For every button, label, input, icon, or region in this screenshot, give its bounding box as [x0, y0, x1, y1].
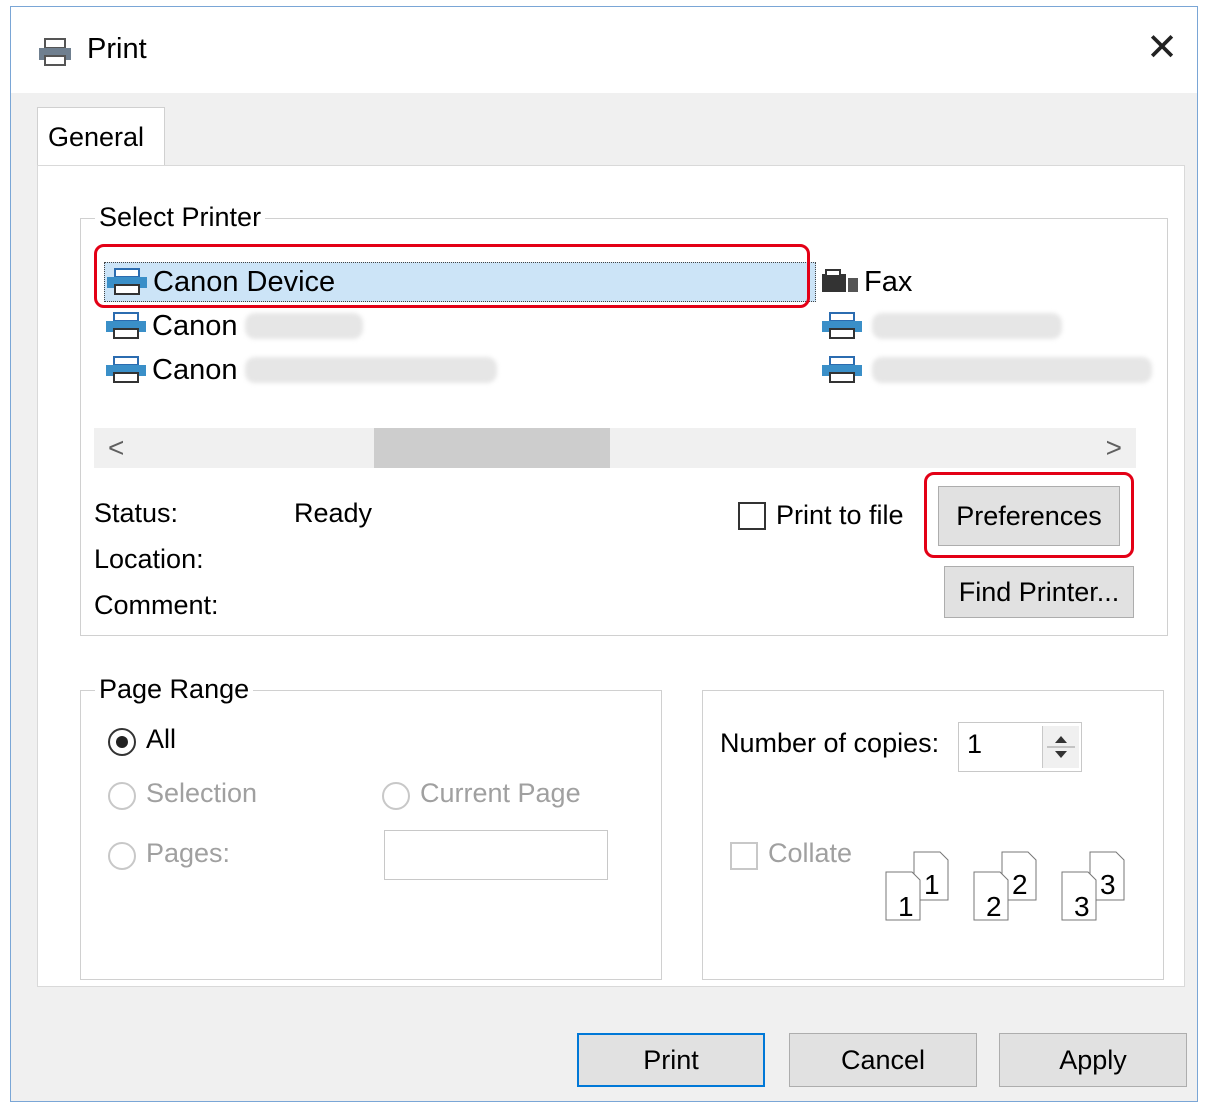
find-printer-button[interactable]: Find Printer...: [944, 566, 1134, 618]
copies-value: 1: [967, 729, 983, 759]
print-to-file-label: Print to file: [776, 500, 904, 530]
printer-item-fax[interactable]: Fax: [820, 262, 912, 302]
redacted-text: [872, 357, 1152, 383]
printer-name: Canon: [152, 309, 238, 342]
redacted-text: [872, 313, 1062, 339]
pages-label: Pages:: [146, 838, 231, 868]
tab-general[interactable]: General: [37, 107, 165, 167]
radio-selected-dot: [116, 736, 128, 748]
current-page-label: Current Page: [420, 778, 581, 808]
collate-checkbox[interactable]: [730, 842, 758, 870]
collate-page-number: 1: [898, 891, 914, 922]
all-label: All: [146, 724, 177, 754]
printer-icon: [39, 38, 71, 66]
collate-page-number: 3: [1074, 891, 1090, 922]
all-radio[interactable]: [108, 728, 136, 756]
cancel-button[interactable]: Cancel: [789, 1033, 977, 1087]
location-label: Location:: [94, 544, 204, 574]
collate-page-number: 1: [924, 869, 940, 900]
printer-item-redacted-1[interactable]: [820, 306, 1062, 346]
selection-label: Selection: [146, 778, 258, 808]
status-value: Ready: [294, 498, 373, 528]
printer-icon: [106, 356, 146, 383]
printer-icon: [822, 356, 862, 383]
title-bar: Print ✕: [11, 7, 1197, 93]
pages-input[interactable]: [384, 830, 608, 880]
printer-name: Fax: [864, 265, 913, 298]
spinner-arrows-icon: [1047, 736, 1075, 758]
collate-label: Collate: [768, 838, 853, 868]
printer-icon: [822, 312, 862, 339]
pages-radio[interactable]: [108, 842, 136, 870]
current-page-radio[interactable]: [382, 782, 410, 810]
collate-page-number: 2: [1012, 869, 1028, 900]
comment-label: Comment:: [94, 590, 219, 620]
select-printer-label: Select Printer: [95, 201, 266, 233]
printer-name: Canon: [152, 353, 238, 386]
scroll-thumb[interactable]: [374, 428, 610, 468]
page-range-label: Page Range: [95, 673, 254, 705]
print-to-file-checkbox[interactable]: [738, 502, 766, 530]
print-button[interactable]: Print: [577, 1033, 765, 1087]
printer-item-canon-2[interactable]: Canon: [104, 306, 364, 346]
printer-list-scrollbar[interactable]: < >: [94, 428, 1136, 468]
print-dialog: Print ✕ General Select Printer Canon Dev…: [10, 6, 1198, 1102]
printer-item-canon-3[interactable]: Canon: [104, 350, 498, 390]
highlight-preferences: [924, 472, 1134, 558]
highlight-canon-device: [94, 244, 810, 308]
close-icon: ✕: [1146, 26, 1178, 69]
collate-page-number: 2: [986, 891, 1002, 922]
redacted-text: [245, 313, 364, 339]
window-title: Print: [87, 33, 147, 65]
status-label: Status:: [94, 498, 179, 528]
scroll-left-icon[interactable]: <: [108, 432, 124, 464]
printer-icon: [106, 312, 146, 339]
scroll-right-icon[interactable]: >: [1106, 432, 1122, 464]
collate-illustration-icon: 1 1 2 2 3 3: [885, 851, 1125, 922]
number-of-copies-label: Number of copies:: [720, 728, 940, 758]
close-button[interactable]: ✕: [1127, 7, 1197, 87]
redacted-text: [245, 357, 498, 383]
fax-icon: [822, 269, 858, 292]
general-panel: Select Printer Canon Device Canon Canon …: [37, 165, 1185, 987]
copies-spinner[interactable]: [1042, 726, 1079, 768]
collate-page-number: 3: [1100, 869, 1116, 900]
apply-button[interactable]: Apply: [999, 1033, 1187, 1087]
printer-item-redacted-2[interactable]: [820, 350, 1152, 390]
selection-radio[interactable]: [108, 782, 136, 810]
